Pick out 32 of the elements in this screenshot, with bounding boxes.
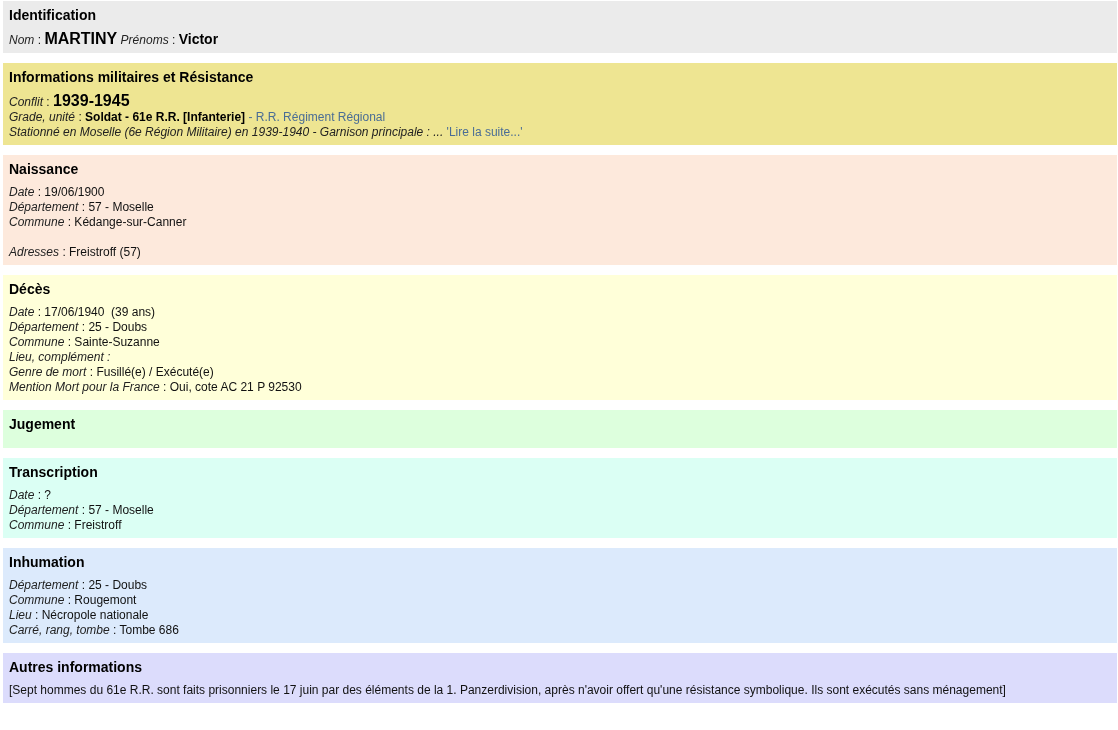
field-line: Commune : Kédange-sur-Canner bbox=[9, 215, 188, 230]
section-title: Identification bbox=[9, 6, 98, 24]
field-line: [Sept hommes du 61e R.R. sont faits prisonniers le 17 juin par des éléments de la 1. Panzerdivision, après n'avoir offert qu'une résistance symbolique. Ils sont exécutés sans ménagement] bbox=[9, 683, 1007, 698]
field-line: Nom : MARTINY Prénoms : Victor bbox=[9, 31, 220, 48]
field-line: Commune : Sainte-Suzanne bbox=[9, 335, 161, 350]
section-title: Jugement bbox=[9, 415, 77, 433]
field-line: Département : 25 - Doubs bbox=[9, 578, 149, 593]
field-line: Commune : Rougemont bbox=[9, 593, 138, 608]
field-line: Genre de mort : Fusillé(e) / Exécuté(e) bbox=[9, 365, 215, 380]
field-line: Grade, unité : Soldat - 61e R.R. [Infanterie] - R.R. Régiment Régional bbox=[9, 110, 387, 125]
field-line: Mention Mort pour la France : Oui, cote AC 21 P 92530 bbox=[9, 380, 303, 395]
field-line: Adresses : Freistroff (57) bbox=[9, 245, 142, 260]
field-line: Date : 19/06/1900 bbox=[9, 185, 106, 200]
field-line: Lieu, complément : bbox=[9, 350, 112, 365]
section-title: Informations militaires et Résistance bbox=[9, 68, 255, 86]
field-line: Carré, rang, tombe : Tombe 686 bbox=[9, 623, 180, 638]
field-line: Lieu : Nécropole nationale bbox=[9, 608, 150, 623]
field-line: Conflit : 1939-1945 bbox=[9, 93, 131, 110]
link[interactable]: 'Lire la suite...' bbox=[446, 125, 523, 139]
field-line: Commune : Freistroff bbox=[9, 518, 123, 533]
section-title: Autres informations bbox=[9, 658, 143, 676]
field-line: Département : 57 - Moselle bbox=[9, 503, 155, 518]
link[interactable]: - R.R. Régiment Régional bbox=[248, 110, 386, 124]
field-line: Département : 57 - Moselle bbox=[9, 200, 155, 215]
section-title: Naissance bbox=[9, 160, 80, 178]
section-title: Transcription bbox=[9, 463, 99, 481]
section-title: Inhumation bbox=[9, 553, 86, 571]
field-line: Département : 25 - Doubs bbox=[9, 320, 149, 335]
section-title: Décès bbox=[9, 280, 52, 298]
field-line: Date : 17/06/1940 (39 ans) bbox=[9, 305, 157, 320]
field-line: Date : ? bbox=[9, 488, 53, 503]
field-line: Stationné en Moselle (6e Région Militaire) en 1939-1940 - Garnison principale : ... 'Lire la suite...' bbox=[9, 125, 524, 140]
